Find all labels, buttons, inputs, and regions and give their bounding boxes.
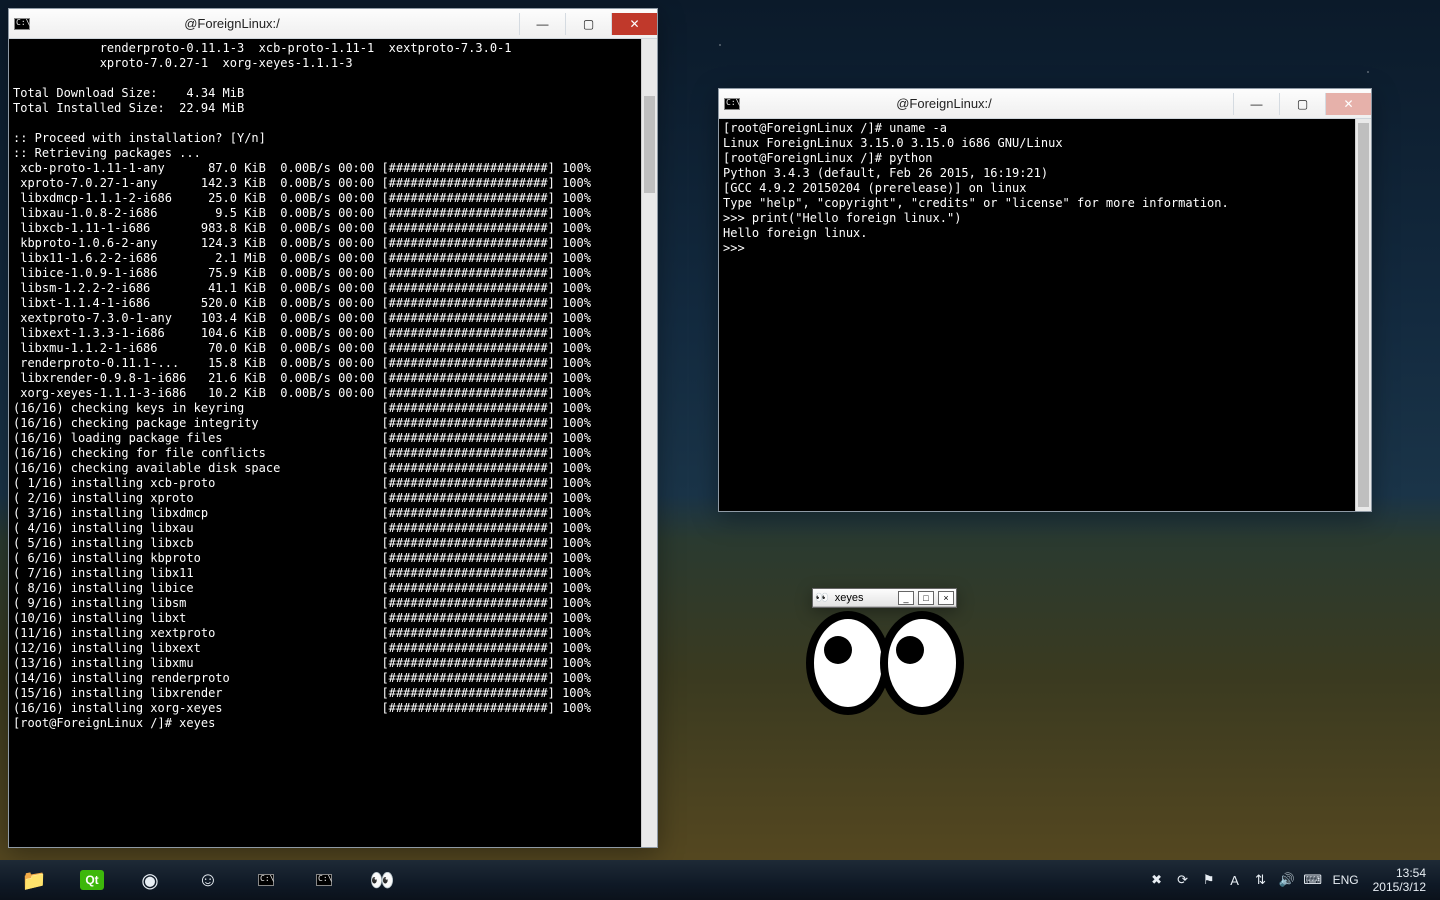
clock-date: 2015/3/12 bbox=[1373, 880, 1426, 894]
close-button[interactable]: × bbox=[938, 591, 954, 605]
terminal-output: renderproto-0.11.1-3 xcb-proto-1.11-1 xe… bbox=[9, 39, 657, 733]
tray-action-center-icon[interactable]: ⚑ bbox=[1201, 872, 1217, 888]
minimize-button[interactable]: _ bbox=[898, 591, 914, 605]
vertical-scrollbar[interactable] bbox=[1355, 119, 1371, 511]
taskbar-glyph: ☺ bbox=[198, 869, 218, 892]
taskbar-glyph: 👀 bbox=[370, 868, 395, 893]
xeyes-task-icon[interactable]: 👀 bbox=[354, 862, 410, 898]
tray-volume-icon[interactable]: 🔊 bbox=[1279, 872, 1295, 888]
minimize-button[interactable]: — bbox=[519, 13, 565, 35]
qt-creator-icon[interactable]: Qt bbox=[64, 862, 120, 898]
titlebar[interactable]: 👀 xeyes _ □ × bbox=[813, 589, 956, 607]
maximize-button[interactable]: ▢ bbox=[1279, 93, 1325, 115]
taskbar-glyph: ◉ bbox=[141, 868, 158, 893]
cmd-prompt-icon bbox=[316, 874, 332, 886]
terminal-window-main[interactable]: @ForeignLinux:/ — ▢ ✕ renderproto-0.11.1… bbox=[8, 8, 658, 848]
terminal-window-python[interactable]: @ForeignLinux:/ — ▢ ✕ [root@ForeignLinux… bbox=[718, 88, 1372, 512]
tray-adobe-icon[interactable]: A bbox=[1227, 872, 1243, 888]
cmd-icon[interactable] bbox=[238, 862, 294, 898]
taskbar[interactable]: 📁 Qt ◉ ☺ 👀 ✖ ⟳ ⚑ A ⇅ 🔊 ⌨ ENG 13:54 2015/3/12 bbox=[0, 860, 1440, 900]
xeyes-icon: 👀 bbox=[815, 591, 829, 604]
cmd-prompt-icon bbox=[9, 18, 35, 30]
taskbar-clock[interactable]: 13:54 2015/3/12 bbox=[1365, 866, 1434, 894]
vertical-scrollbar[interactable] bbox=[641, 39, 657, 847]
window-title: xeyes bbox=[833, 592, 894, 604]
scrollbar-thumb[interactable] bbox=[1358, 123, 1369, 507]
xeyes-canvas bbox=[800, 608, 970, 718]
scrollbar-thumb[interactable] bbox=[644, 96, 655, 193]
tray-x-icon[interactable]: ✖ bbox=[1149, 872, 1165, 888]
xeyes-window[interactable]: 👀 xeyes _ □ × bbox=[812, 588, 957, 608]
file-explorer-icon[interactable]: 📁 bbox=[6, 862, 62, 898]
qt-glyph: Qt bbox=[80, 870, 103, 890]
minimize-button[interactable]: — bbox=[1233, 93, 1279, 115]
system-tray[interactable]: ✖ ⟳ ⚑ A ⇅ 🔊 ⌨ bbox=[1149, 872, 1327, 888]
terminal-output: [root@ForeignLinux /]# uname -a Linux Fo… bbox=[719, 119, 1371, 258]
chrome-icon[interactable]: ◉ bbox=[122, 862, 178, 898]
window-title: @ForeignLinux:/ bbox=[745, 96, 1233, 111]
clock-time: 13:54 bbox=[1373, 866, 1426, 880]
cmd-prompt-icon bbox=[258, 874, 274, 886]
titlebar[interactable]: @ForeignLinux:/ — ▢ ✕ bbox=[9, 9, 657, 39]
titlebar[interactable]: @ForeignLinux:/ — ▢ ✕ bbox=[719, 89, 1371, 119]
tray-updates-icon[interactable]: ⟳ bbox=[1175, 872, 1191, 888]
maximize-button[interactable]: ▢ bbox=[565, 13, 611, 35]
close-button[interactable]: ✕ bbox=[611, 13, 657, 35]
tray-ime-icon[interactable]: ⌨ bbox=[1305, 872, 1321, 888]
megaman-icon[interactable]: ☺ bbox=[180, 862, 236, 898]
window-title: @ForeignLinux:/ bbox=[35, 16, 519, 31]
maximize-button[interactable]: □ bbox=[918, 591, 934, 605]
cmd-prompt-icon bbox=[719, 98, 745, 110]
terminal-client-area[interactable]: [root@ForeignLinux /]# uname -a Linux Fo… bbox=[719, 119, 1371, 511]
ime-language[interactable]: ENG bbox=[1327, 873, 1365, 887]
taskbar-glyph: 📁 bbox=[22, 868, 47, 893]
terminal-client-area[interactable]: renderproto-0.11.1-3 xcb-proto-1.11-1 xe… bbox=[9, 39, 657, 847]
close-button[interactable]: ✕ bbox=[1325, 93, 1371, 115]
tray-network-icon[interactable]: ⇅ bbox=[1253, 872, 1269, 888]
cmd-icon-2[interactable] bbox=[296, 862, 352, 898]
